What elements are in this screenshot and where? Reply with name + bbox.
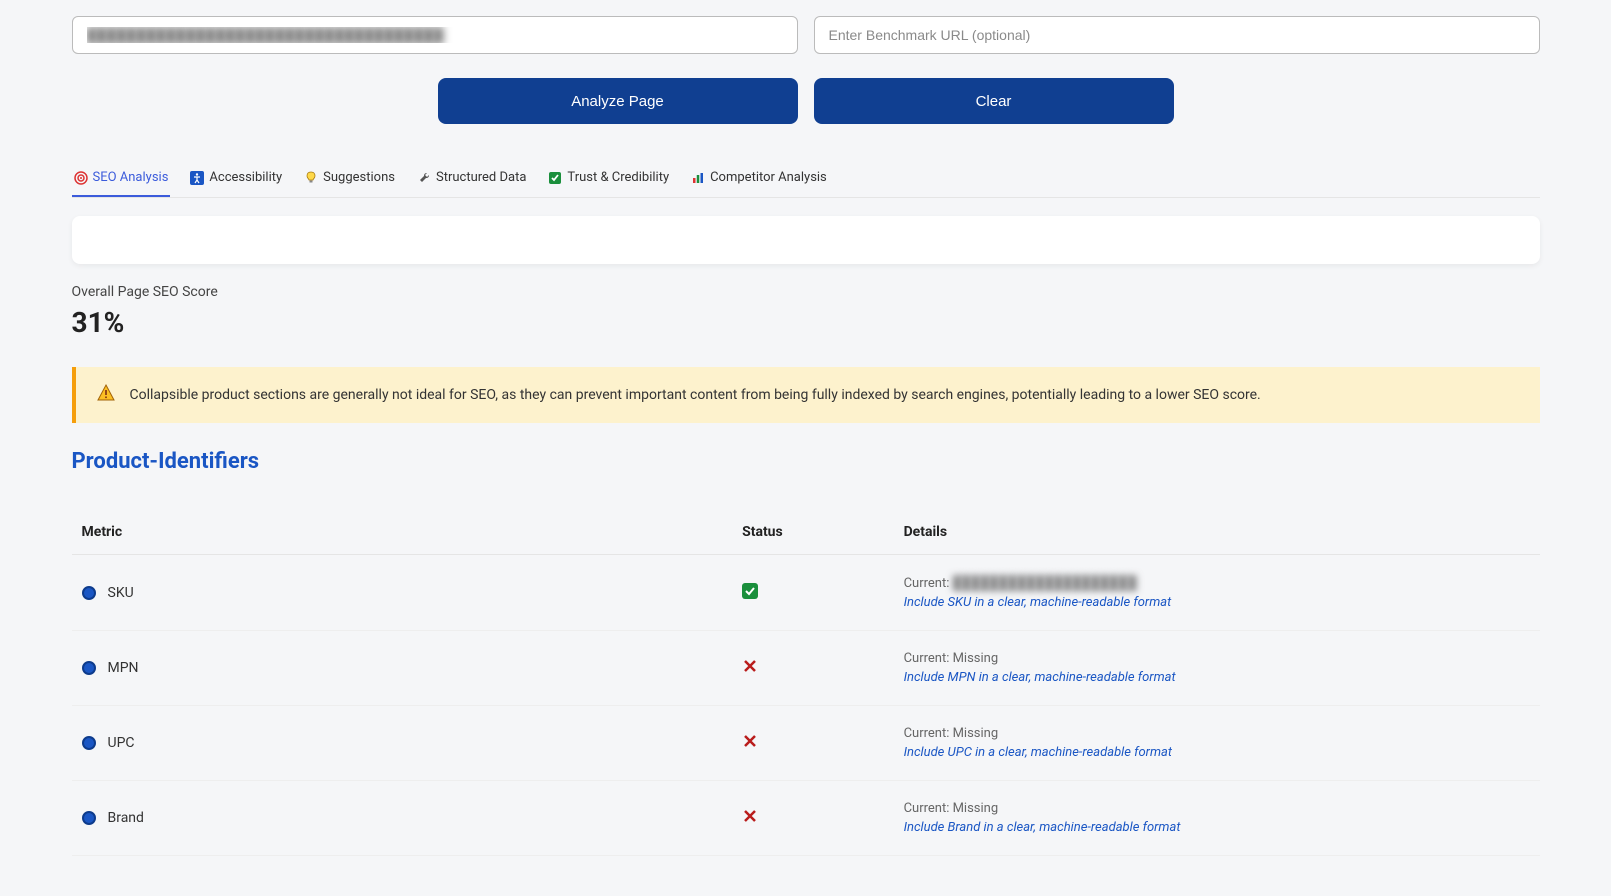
details-suggestion: Include MPN in a clear, machine-readable… xyxy=(904,670,1530,685)
tab-trust-credibility[interactable]: Trust & Credibility xyxy=(546,164,671,197)
input-row xyxy=(72,16,1540,54)
table-row: SKU Current: ████████████████████ Include … xyxy=(72,555,1540,631)
details-current: Current: Missing xyxy=(904,801,1530,816)
table-row: Brand Current: Missing Include Brand in a … xyxy=(72,781,1540,856)
tab-label: Structured Data xyxy=(436,170,526,185)
details-current: Current: Missing xyxy=(904,726,1530,741)
tab-label: SEO Analysis xyxy=(93,170,169,185)
seo-alert: Collapsible product sections are general… xyxy=(72,367,1540,423)
accessibility-icon xyxy=(190,171,204,185)
benchmark-input[interactable] xyxy=(814,16,1540,54)
header-status: Status xyxy=(732,510,893,555)
details-suggestion: Include SKU in a clear, machine-readable… xyxy=(904,595,1530,610)
wrench-icon xyxy=(417,171,431,185)
bullet-icon xyxy=(82,661,96,675)
button-row: Analyze Page Clear xyxy=(72,78,1540,124)
table-row: MPN Current: Missing Include MPN in a clea… xyxy=(72,631,1540,706)
metric-name: SKU xyxy=(108,585,134,601)
metrics-table: Metric Status Details SKU Current: ██████… xyxy=(72,510,1540,856)
cross-icon xyxy=(742,658,758,674)
tab-seo-analysis[interactable]: SEO Analysis xyxy=(72,164,171,197)
tabs: SEO Analysis Accessibility Suggestions S… xyxy=(72,164,1540,198)
bullet-icon xyxy=(82,736,96,750)
cross-icon xyxy=(742,733,758,749)
cross-icon xyxy=(742,808,758,824)
alert-text: Collapsible product sections are general… xyxy=(130,387,1261,403)
bullet-icon xyxy=(82,811,96,825)
header-details: Details xyxy=(894,510,1540,555)
tab-label: Competitor Analysis xyxy=(710,170,827,185)
score-label: Overall Page SEO Score xyxy=(72,284,1540,300)
tab-accessibility[interactable]: Accessibility xyxy=(188,164,284,197)
tab-suggestions[interactable]: Suggestions xyxy=(302,164,397,197)
metric-name: Brand xyxy=(108,810,144,826)
bar-chart-icon xyxy=(691,171,705,185)
table-row: UPC Current: Missing Include UPC in a clea… xyxy=(72,706,1540,781)
clear-button[interactable]: Clear xyxy=(814,78,1174,124)
tab-label: Trust & Credibility xyxy=(567,170,669,185)
header-metric: Metric xyxy=(72,510,733,555)
tab-label: Suggestions xyxy=(323,170,395,185)
lightbulb-icon xyxy=(304,171,318,185)
section-title: Product-Identifiers xyxy=(72,449,1540,474)
details-current: Current: Missing xyxy=(904,651,1530,666)
details-current: Current: ████████████████████ xyxy=(904,575,1530,591)
analyze-button[interactable]: Analyze Page xyxy=(438,78,798,124)
tab-structured-data[interactable]: Structured Data xyxy=(415,164,528,197)
score-value: 31% xyxy=(72,306,1540,339)
metric-name: MPN xyxy=(108,660,139,676)
metric-name: UPC xyxy=(108,735,135,751)
details-suggestion: Include Brand in a clear, machine-readab… xyxy=(904,820,1530,835)
check-badge-icon xyxy=(548,171,562,185)
tab-competitor-analysis[interactable]: Competitor Analysis xyxy=(689,164,829,197)
details-suggestion: Include UPC in a clear, machine-readable… xyxy=(904,745,1530,760)
warning-icon xyxy=(96,383,116,407)
url-input[interactable] xyxy=(72,16,798,54)
bullet-icon xyxy=(82,586,96,600)
check-icon xyxy=(742,583,758,599)
target-icon xyxy=(74,171,88,185)
tab-label: Accessibility xyxy=(209,170,282,185)
empty-card xyxy=(72,216,1540,264)
